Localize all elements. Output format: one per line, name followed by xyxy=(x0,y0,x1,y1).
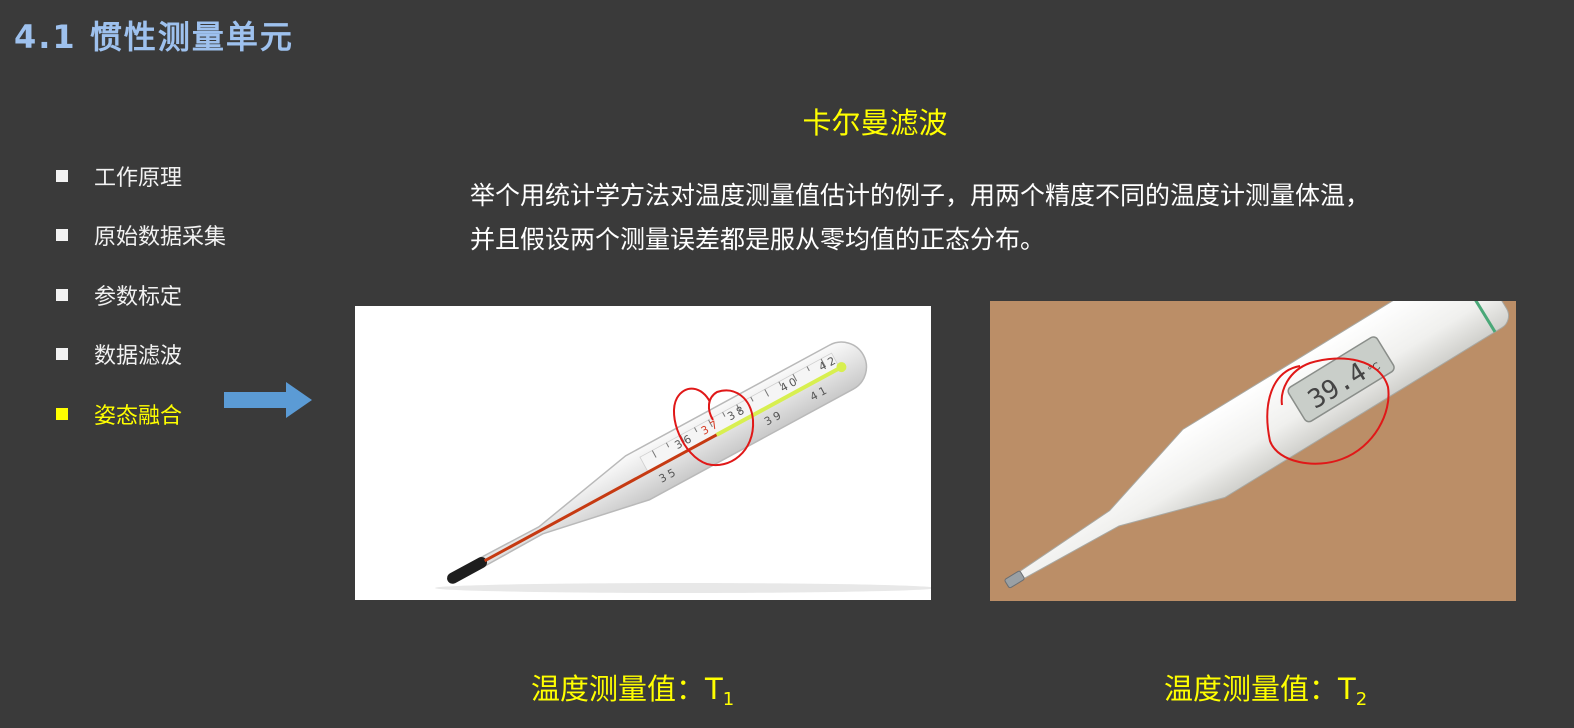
menu-item-label: 参数标定 xyxy=(94,284,183,310)
caption-t2-subscript: 2 xyxy=(1355,689,1368,710)
menu-item-label: 工作原理 xyxy=(94,165,183,191)
menu-item-calibration[interactable]: 参数标定 xyxy=(56,265,226,325)
menu-item-attitude-fusion[interactable]: 姿态融合 xyxy=(56,384,226,444)
mercury-thermometer-image: 3 5 3 6 3 7 3 8 3 9 4 0 4 1 4 2 xyxy=(355,306,931,600)
caption-t2-text: 温度测量值：T xyxy=(1164,672,1356,706)
bullet-icon xyxy=(56,348,68,361)
example-paragraph: 举个用统计学方法对温度测量值估计的例子，用两个精度不同的温度计测量体温，并且假设… xyxy=(470,181,1371,254)
caption-t2: 温度测量值：T2 xyxy=(1164,666,1367,710)
caption-t1: 温度测量值：T1 xyxy=(531,666,734,710)
section-heading: 卡尔曼滤波 xyxy=(802,106,948,140)
arrow-right-icon xyxy=(224,382,312,418)
digital-thermometer-image: 39.4 °C xyxy=(990,301,1516,601)
caption-t1-subscript: 1 xyxy=(722,689,735,710)
bullet-icon xyxy=(56,288,68,301)
topic-menu: 工作原理 原始数据采集 参数标定 数据滤波 姿态融合 xyxy=(56,146,226,444)
menu-item-filtering[interactable]: 数据滤波 xyxy=(56,325,226,385)
bullet-icon xyxy=(56,407,68,420)
bullet-icon xyxy=(56,229,68,242)
menu-item-label: 原始数据采集 xyxy=(94,225,227,251)
slide-title: 4.1 惯性测量单元 xyxy=(14,18,294,56)
menu-item-principle[interactable]: 工作原理 xyxy=(56,146,226,206)
menu-item-label: 数据滤波 xyxy=(94,344,183,370)
bullet-icon xyxy=(56,169,68,182)
menu-item-label: 姿态融合 xyxy=(94,403,183,429)
menu-item-data-collection[interactable]: 原始数据采集 xyxy=(56,206,226,266)
caption-t1-text: 温度测量值：T xyxy=(531,672,723,706)
